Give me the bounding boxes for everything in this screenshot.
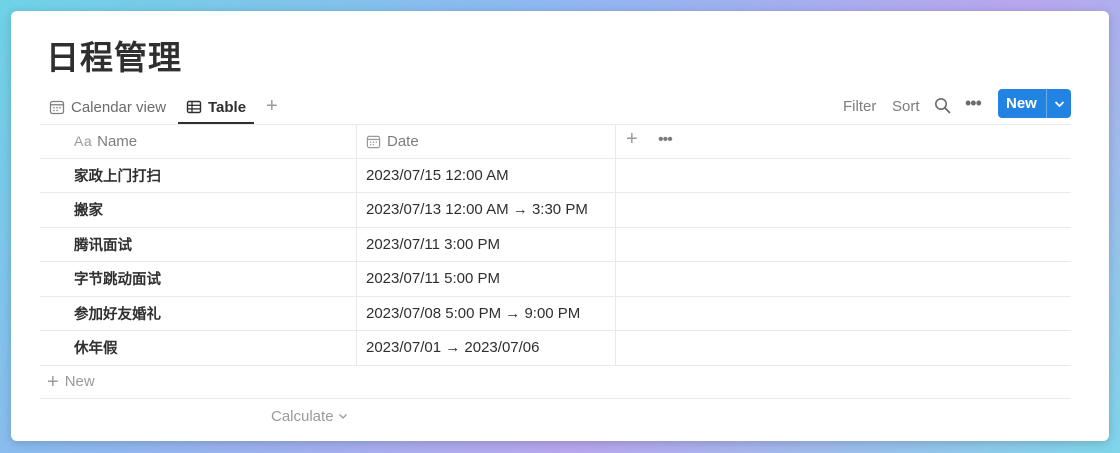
chevron-down-icon [338, 413, 347, 419]
tab-table[interactable]: Table [186, 89, 246, 125]
name-cell[interactable]: 腾讯面试 [40, 227, 357, 261]
chevron-down-icon[interactable] [1047, 100, 1071, 108]
table-icon [186, 100, 202, 114]
row-name: 腾讯面试 [74, 237, 132, 254]
empty-cell [616, 228, 1071, 262]
name-cell[interactable]: 休年假 [40, 331, 357, 365]
calendar-icon [49, 100, 65, 115]
date-cell[interactable]: 2023/07/08 5:00 PM → 9:00 PM [357, 296, 616, 330]
column-header-label: Date [387, 132, 419, 150]
database-table: Aa Name Date + ••• 家政上门打扫 2023/07/15 12:… [40, 124, 1071, 433]
table-row[interactable]: 搬家 2023/07/13 12:00 AM → 3:30 PM [40, 193, 1071, 228]
name-cell[interactable]: 参加好友婚礼 [40, 296, 357, 330]
empty-cell [616, 297, 1071, 331]
add-property-plus-icon[interactable]: + [626, 128, 638, 151]
date-cell[interactable]: 2023/07/11 3:00 PM [357, 227, 616, 261]
date-cell[interactable]: 2023/07/01 → 2023/07/06 [357, 331, 616, 365]
table-row[interactable]: 腾讯面试 2023/07/11 3:00 PM [40, 227, 1071, 262]
empty-cell [616, 193, 1071, 227]
name-cell[interactable]: 搬家 [40, 193, 357, 227]
sort-button[interactable]: Sort [892, 98, 920, 115]
calendar-icon [366, 135, 381, 148]
add-row-button[interactable]: + New [40, 366, 1071, 399]
tab-label: Table [208, 98, 247, 116]
tab-calendar-view[interactable]: Calendar view [49, 89, 166, 125]
database-page: 日程管理 Calendar view Table + Filter Sort •… [11, 11, 1109, 441]
column-header-actions: + ••• [616, 125, 1071, 158]
empty-cell [616, 262, 1071, 296]
table-row[interactable]: 休年假 2023/07/01 → 2023/07/06 [40, 331, 1071, 366]
empty-cell [616, 159, 1071, 193]
calculation-footer: Calculate [40, 399, 1071, 433]
add-view-plus-icon[interactable]: + [266, 95, 278, 118]
empty-cell [616, 331, 1071, 365]
more-icon[interactable]: ••• [658, 131, 673, 149]
table-row[interactable]: 字节跳动面试 2023/07/11 5:00 PM [40, 262, 1071, 297]
add-row-label: New [64, 373, 95, 390]
name-cell[interactable]: 家政上门打扫 [40, 158, 357, 192]
table-header-row: Aa Name Date + ••• [40, 124, 1071, 159]
column-header-name[interactable]: Aa Name [40, 125, 357, 158]
new-button[interactable]: New [998, 89, 1071, 118]
row-name: 休年假 [74, 341, 118, 358]
date-cell[interactable]: 2023/07/11 5:00 PM [357, 262, 616, 296]
table-row[interactable]: 家政上门打扫 2023/07/15 12:00 AM [40, 158, 1071, 193]
new-button-label[interactable]: New [998, 95, 1046, 112]
more-icon[interactable]: ••• [965, 93, 982, 114]
column-header-label: Name [97, 132, 138, 150]
date-cell[interactable]: 2023/07/13 12:00 AM → 3:30 PM [357, 193, 616, 227]
calculate-label: Calculate [271, 407, 334, 425]
row-name: 参加好友婚礼 [74, 306, 161, 323]
page-title: 日程管理 [46, 38, 182, 77]
text-property-icon: Aa [74, 133, 93, 150]
date-cell[interactable]: 2023/07/15 12:00 AM [357, 158, 616, 192]
table-row[interactable]: 参加好友婚礼 2023/07/08 5:00 PM → 9:00 PM [40, 296, 1071, 331]
row-name: 家政上门打扫 [74, 168, 161, 185]
view-bar: Calendar view Table + Filter Sort ••• Ne… [40, 89, 1071, 125]
calculate-button[interactable]: Calculate [271, 408, 348, 425]
filter-button[interactable]: Filter [843, 98, 876, 115]
plus-icon: + [47, 370, 59, 393]
column-header-date[interactable]: Date [357, 125, 616, 158]
tab-label: Calendar view [71, 98, 167, 116]
search-icon[interactable] [934, 97, 951, 119]
row-name: 字节跳动面试 [74, 272, 161, 289]
name-cell[interactable]: 字节跳动面试 [40, 262, 357, 296]
row-name: 搬家 [74, 203, 103, 220]
